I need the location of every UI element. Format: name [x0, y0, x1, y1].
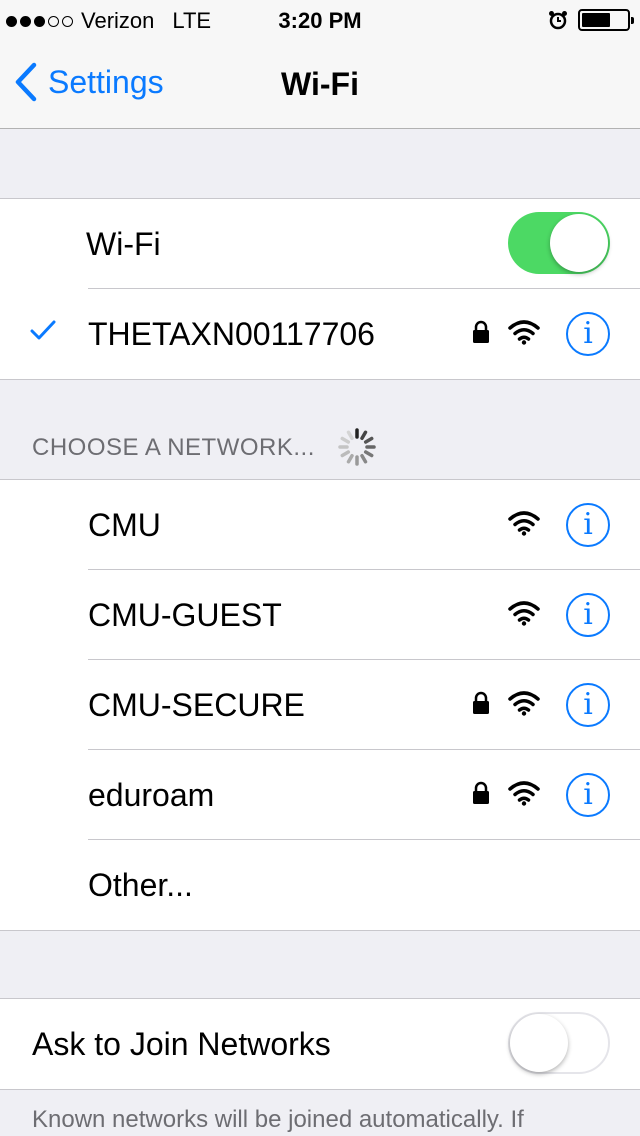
connected-network-name: THETAXN00117706	[88, 316, 375, 352]
wifi-signal-icon	[508, 601, 540, 626]
choose-network-header: CHOOSE A NETWORK...	[32, 434, 315, 461]
info-button[interactable]: i	[566, 683, 610, 727]
lock-icon	[473, 691, 489, 714]
wifi-toggle-row: Wi-Fi	[0, 199, 640, 289]
status-bar: Verizon LTE 3:20 PM	[0, 0, 640, 40]
ask-to-join-row: Ask to Join Networks	[0, 999, 640, 1089]
lock-icon	[473, 320, 489, 343]
battery-icon	[578, 9, 634, 31]
status-bar-right	[548, 9, 634, 31]
network-name: CMU	[88, 507, 161, 543]
ask-to-join-toggle[interactable]	[508, 1012, 610, 1074]
navigation-bar: Settings Wi-Fi	[0, 40, 640, 129]
network-name: CMU-GUEST	[88, 597, 282, 633]
info-button[interactable]: i	[566, 593, 610, 637]
ask-to-join-footer-text: Known networks will be joined automatica…	[32, 1106, 524, 1133]
info-button[interactable]: i	[566, 312, 610, 356]
wifi-signal-icon	[508, 511, 540, 536]
loading-spinner-icon	[338, 428, 376, 466]
network-name: eduroam	[88, 777, 215, 813]
network-row-cmu[interactable]: CMU i	[0, 480, 640, 570]
page-title: Wi-Fi	[281, 66, 359, 102]
network-name: CMU-SECURE	[88, 687, 305, 723]
lock-icon	[473, 781, 489, 804]
network-row-cmu-guest[interactable]: CMU-GUEST i	[0, 570, 640, 660]
network-row-cmu-secure[interactable]: CMU-SECURE i	[0, 660, 640, 750]
ask-to-join-group: Ask to Join Networks	[0, 998, 640, 1090]
alarm-clock-icon	[549, 11, 567, 30]
info-button[interactable]: i	[566, 503, 610, 547]
status-time: 3:20 PM	[278, 8, 362, 33]
wifi-toggle-label: Wi-Fi	[86, 226, 161, 262]
wifi-toggle[interactable]	[508, 212, 610, 274]
networks-list: CMU i CMU-GUEST i CMU-SECURE i eduroam i…	[0, 479, 640, 931]
other-network-row[interactable]: Other...	[0, 840, 640, 930]
info-button[interactable]: i	[566, 773, 610, 817]
network-row-eduroam[interactable]: eduroam i	[0, 750, 640, 840]
ask-to-join-label: Ask to Join Networks	[32, 1026, 331, 1062]
wifi-group: Wi-Fi THETAXN00117706 i	[0, 198, 640, 380]
other-network-label: Other...	[88, 867, 193, 903]
connected-network-row[interactable]: THETAXN00117706 i	[0, 289, 640, 379]
wifi-signal-icon	[508, 781, 540, 806]
wifi-signal-icon	[508, 320, 540, 345]
checkmark-icon	[30, 320, 56, 340]
wifi-signal-icon	[508, 691, 540, 716]
